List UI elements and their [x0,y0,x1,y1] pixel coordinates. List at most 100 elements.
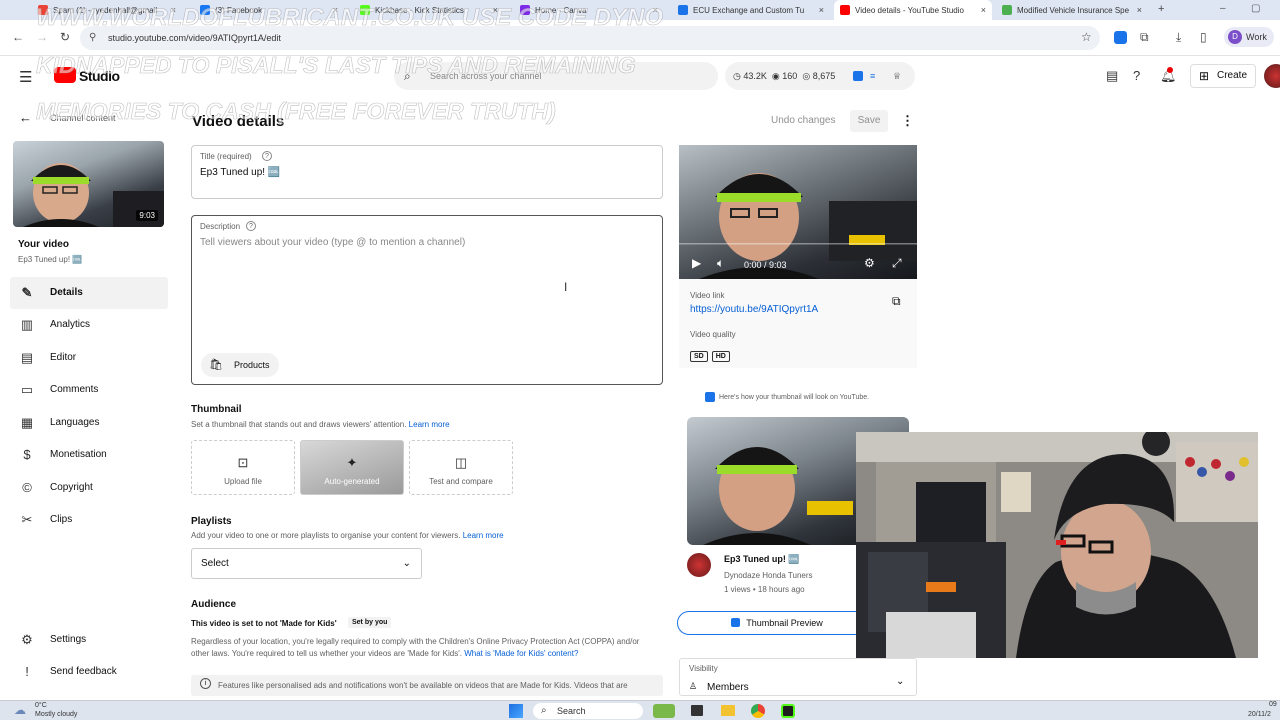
copy-icon[interactable]: ⧉ [892,294,901,309]
sidebar-item-label: Settings [50,634,87,645]
sparkle-icon: ✦ [346,455,358,470]
file-explorer-icon[interactable] [721,705,735,716]
chrome-icon[interactable] [751,704,765,718]
play-icon[interactable]: ▶ [692,256,701,270]
profile-label: Work [1246,32,1267,42]
sidebar-item-label: Copyright [50,482,93,493]
create-plus-icon: ⊞ [1199,69,1210,83]
channel-avatar [687,553,711,577]
sidebar-item-label: Details [50,287,83,298]
volume-icon[interactable]: 🔈︎ [717,256,724,271]
sidebar-item-comments[interactable]: ▭ Comments [10,374,168,406]
tab-ecu-exchange[interactable]: ECU Exchange and Custom Tu × [672,0,830,20]
comments-icon[interactable]: ▤ [1106,68,1118,84]
sidebar-item-clips[interactable]: ✂ Clips [10,504,168,536]
taskbar: ☁ 0°C Mostly cloudy ⌕ Search 09 20/11/2 [0,700,1280,720]
thumbnail-heading: Thumbnail [191,404,242,415]
sidebar-item-feedback[interactable]: ! Send feedback [10,656,168,688]
playlists-subtext: Add your video to one or more playlists … [191,531,504,540]
visibility-select[interactable]: Visibility ♙ Members ⌄ [679,658,917,696]
made-for-kids-link[interactable]: What is 'Made for Kids' content? [464,649,578,658]
undo-changes-button[interactable]: Undo changes [771,115,836,126]
tab-title: Modified Vehicle Insurance Spe [1017,5,1130,15]
close-icon[interactable]: × [819,5,824,15]
description-placeholder[interactable]: Tell viewers about your video (type @ to… [200,237,465,248]
close-icon[interactable]: × [1137,5,1142,15]
sidebar-item-label: Comments [50,384,99,395]
hamburger-menu-icon[interactable]: ☰ [19,68,32,86]
stat-subscribers: 160 [782,71,798,81]
windows-start-icon[interactable] [509,704,523,718]
more-options-icon[interactable]: ⋮ [901,113,914,129]
your-video-heading: Your video [18,239,69,250]
minimize-icon[interactable]: – [1220,3,1226,14]
chevron-down-icon: ⌄ [402,558,411,569]
channel-stats-pill[interactable]: ◷ 43.2K ◉ 160 ◎ 8,675 ≡ ♕ [725,62,915,90]
widgets-icon[interactable] [653,704,675,718]
video-thumbnail[interactable]: 9:03 [13,141,164,227]
sidebar-item-details[interactable]: ✎ Details [10,277,168,309]
test-and-compare-button[interactable]: ◫ Test and compare [409,440,513,495]
title-value[interactable]: Ep3 Tuned up! 🆒 [200,167,280,178]
forward-icon[interactable]: → [36,30,48,44]
eye-icon: ◎ [802,71,811,81]
extension-badge-icon [853,71,863,81]
extension-icon[interactable] [1114,31,1127,44]
close-icon[interactable]: × [981,5,986,15]
sidebar-item-analytics[interactable]: ▥ Analytics [10,309,168,341]
person-icon: ◉ [771,71,780,81]
weather-temp: 0°C [35,702,47,709]
account-avatar[interactable] [1264,64,1280,88]
back-icon[interactable]: ← [12,30,24,44]
tab-insurance[interactable]: Modified Vehicle Insurance Spe × [996,0,1148,20]
products-button[interactable]: 🛍︎ Products [201,353,279,377]
streaming-app-icon[interactable] [781,704,795,718]
sidebar: ← Channel content 9:03 Your video Ep3 Tu… [0,98,180,696]
video-link[interactable]: https://youtu.be/9ATIQpyrt1A [690,304,818,315]
video-player[interactable]: ▶ 🔈︎ 0:00 / 9:03 ⚙ ⤢ [679,145,917,279]
video-link-label: Video link [690,291,725,300]
sidebar-item-languages[interactable]: ▦ Languages [10,407,168,439]
playlists-learn-more-link[interactable]: Learn more [463,531,504,540]
sidebar-item-label: Monetisation [50,449,107,460]
playlist-select[interactable]: Select ⌄ [191,548,422,579]
download-icon[interactable]: ⤓ [1176,30,1181,45]
extensions-puzzle-icon[interactable]: ⧉ [1140,30,1149,45]
help-circle-icon[interactable]: ? [246,221,256,231]
description-label: Description [200,222,241,231]
upload-thumbnail-button[interactable]: ⊡ Upload file [191,440,295,495]
sidebar-item-monetisation[interactable]: $ Monetisation [10,439,168,471]
tab-title: ECU Exchange and Custom Tu [693,5,805,15]
sidebar-item-settings[interactable]: ⚙ Settings [10,624,168,656]
task-view-icon[interactable] [691,705,703,716]
settings-gear-icon[interactable]: ⚙ [864,256,875,270]
sidebar-item-copyright[interactable]: © Copyright [10,472,168,504]
help-circle-icon[interactable]: ? [262,151,272,161]
thumbnail-learn-more-link[interactable]: Learn more [409,420,450,429]
tab-youtube-studio[interactable]: Video details - YouTube Studio × [834,0,992,20]
side-panel-icon[interactable]: ▯ [1200,30,1207,44]
maximize-icon[interactable]: ▢ [1251,3,1260,14]
youtube-icon [840,5,850,15]
help-icon[interactable]: ? [1133,68,1140,83]
fullscreen-icon[interactable]: ⤢ [892,256,902,271]
title-field[interactable]: Title (required) ? Ep3 Tuned up! 🆒 [191,145,663,199]
new-tab-button[interactable]: + [1158,3,1164,15]
description-field[interactable]: Description ? Tell viewers about your vi… [191,215,663,385]
visibility-label: Visibility [689,664,718,673]
reload-icon[interactable]: ↻ [60,30,70,44]
create-button[interactable]: ⊞ Create [1190,64,1256,88]
profile-button[interactable]: D Work [1224,27,1274,47]
pencil-icon: ✎ [21,285,33,300]
save-button[interactable]: Save [850,110,888,132]
info-icon: i [200,678,211,689]
upload-label: Upload file [224,477,262,486]
back-arrow-icon[interactable]: ← [19,110,32,125]
bookmark-star-icon[interactable]: ☆ [1081,30,1092,44]
player-frame-image [679,173,917,279]
auto-generated-thumbnail-button[interactable]: ✦ Auto-generated [300,440,404,495]
thumbnail-preview-button[interactable]: Thumbnail Preview [677,611,877,635]
extension-badge-icon [705,392,715,402]
taskbar-search[interactable]: ⌕ Search [533,703,643,719]
sidebar-item-editor[interactable]: ▤ Editor [10,342,168,374]
